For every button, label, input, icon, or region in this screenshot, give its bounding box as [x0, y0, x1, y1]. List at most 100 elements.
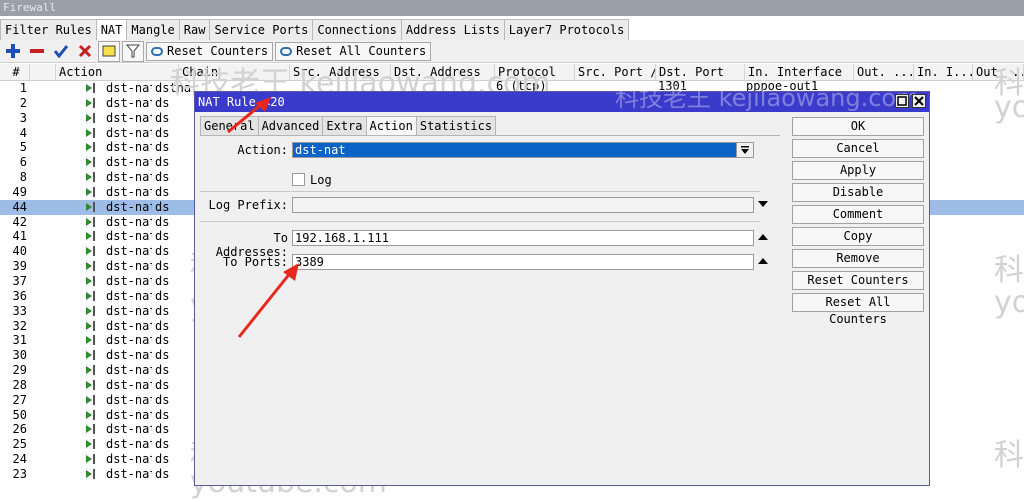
row-action-value: dst-nat — [106, 407, 152, 422]
row-chain: ds — [155, 363, 170, 378]
row-chain: ds — [155, 273, 170, 288]
row-number: 29 — [12, 363, 27, 378]
tab-layer7-protocols[interactable]: Layer7 Protocols — [503, 19, 630, 40]
tab-raw[interactable]: Raw — [178, 19, 211, 40]
row-number: 50 — [12, 407, 27, 422]
row-chain: ds — [155, 125, 170, 140]
col-dst-port[interactable]: Dst. Port — [656, 64, 745, 80]
reset-all-counters-button[interactable]: Reset All Counters — [275, 41, 432, 61]
flag-pole-icon — [93, 142, 95, 153]
row-number: 41 — [12, 229, 27, 244]
row-chain: ds — [155, 318, 170, 333]
apply-button[interactable]: Apply — [792, 161, 924, 180]
tab-mangle[interactable]: Mangle — [126, 19, 180, 40]
row-chain: ds — [155, 170, 170, 185]
tab-connections[interactable]: Connections — [312, 19, 402, 40]
tab-nat[interactable]: NAT — [95, 19, 128, 40]
to-ports-input[interactable]: 3389 — [292, 254, 754, 270]
row-action: dst-nat — [30, 378, 152, 393]
row-chain: ds — [155, 392, 170, 407]
remove-icon[interactable] — [26, 41, 48, 62]
dialog-title: NAT Rule <20 — [198, 95, 285, 109]
reset-counters-button[interactable]: Reset Counters — [146, 41, 274, 61]
row-number: 44 — [12, 199, 27, 214]
flag-pole-icon — [93, 290, 95, 301]
col-src-address[interactable]: Src. Address — [290, 64, 391, 80]
disable-x-icon[interactable] — [74, 41, 96, 62]
dropdown-icon[interactable] — [736, 143, 753, 157]
row-action: dst-nat — [30, 363, 152, 378]
action-panel: Action: dst-nat Log Log Prefix: To Addre… — [200, 135, 780, 482]
accept-flag-icon — [86, 262, 92, 271]
col-action[interactable]: Action — [56, 64, 179, 80]
row-action: dst-nat — [30, 259, 152, 274]
row-action-value: dst-nat — [106, 466, 152, 481]
collapse-log-prefix-icon[interactable] — [756, 197, 770, 211]
accept-flag-icon — [86, 173, 92, 182]
tab-service-ports[interactable]: Service Ports — [209, 19, 314, 40]
row-chain: ds — [155, 110, 170, 125]
log-checkbox[interactable] — [292, 173, 305, 186]
maximize-icon[interactable] — [895, 94, 909, 108]
row-action: dst-nat — [30, 81, 152, 96]
row-number: 3 — [19, 110, 27, 125]
row-number: 37 — [12, 273, 27, 288]
row-chain: ds — [155, 303, 170, 318]
log-prefix-input[interactable] — [292, 197, 754, 213]
ok-button[interactable]: OK — [792, 117, 924, 136]
table-header: # Action Chain Src. Address Dst. Address… — [0, 64, 1024, 81]
row-number: 36 — [12, 288, 27, 303]
col-dst-address[interactable]: Dst. Address — [391, 64, 495, 80]
tab-advanced[interactable]: Advanced — [257, 116, 324, 135]
close-icon[interactable] — [912, 94, 926, 108]
collapse-to-addresses-icon[interactable] — [756, 230, 770, 244]
row-action-value: dst-nat — [106, 214, 152, 229]
flag-pole-icon — [93, 454, 95, 465]
enable-check-icon[interactable] — [50, 41, 72, 62]
col-number[interactable]: # — [0, 64, 30, 80]
accept-flag-icon — [86, 425, 92, 434]
reset-all-counters-dialog-button[interactable]: Reset All Counters — [792, 293, 924, 326]
action-select[interactable]: dst-nat — [292, 142, 754, 158]
watermark-site-dialog: 科技老王 kejilaowang.com — [615, 84, 920, 112]
row-number: 25 — [12, 437, 27, 452]
flag-pole-icon — [93, 246, 95, 257]
col-protocol[interactable]: Protocol — [495, 64, 575, 80]
filter-icon[interactable] — [122, 40, 144, 62]
add-icon[interactable] — [2, 41, 24, 62]
dialog-title-bar[interactable]: NAT Rule <20 科技老王 kejilaowang.com — [195, 86, 929, 112]
to-addresses-input[interactable]: 192.168.1.111 — [292, 230, 754, 246]
cancel-button[interactable]: Cancel — [792, 139, 924, 158]
collapse-to-ports-icon[interactable] — [756, 254, 770, 268]
accept-flag-icon — [86, 306, 92, 315]
tab-general[interactable]: General — [200, 116, 259, 135]
flag-pole-icon — [93, 409, 95, 420]
disable-button[interactable]: Disable — [792, 183, 924, 202]
log-prefix-label: Log Prefix: — [208, 198, 288, 212]
col-chain[interactable]: Chain — [179, 64, 290, 80]
copy-button[interactable]: Copy — [792, 227, 924, 246]
accept-flag-icon — [86, 366, 92, 375]
col-out-interface-list[interactable]: Out. ... — [973, 64, 1024, 80]
col-out-interface[interactable]: Out. ... — [854, 64, 914, 80]
row-action: dst-nat — [30, 289, 152, 304]
comment-icon[interactable] — [98, 40, 120, 62]
row-action-value: dst-nat — [106, 244, 152, 259]
col-src-port[interactable]: Src. Port / — [575, 64, 656, 80]
remove-button[interactable]: Remove — [792, 249, 924, 268]
row-number: 6 — [19, 155, 27, 170]
tab-filter-rules[interactable]: Filter Rules — [0, 19, 97, 40]
accept-flag-icon — [86, 395, 92, 404]
accept-flag-icon — [86, 128, 92, 137]
tab-address-lists[interactable]: Address Lists — [400, 19, 505, 40]
col-in-interface[interactable]: In. Interface — [745, 64, 854, 80]
flag-pole-icon — [93, 186, 95, 197]
comment-button[interactable]: Comment — [792, 205, 924, 224]
tab-statistics[interactable]: Statistics — [415, 116, 497, 135]
reset-counters-dialog-button[interactable]: Reset Counters — [792, 271, 924, 290]
tab-action[interactable]: Action — [365, 116, 417, 135]
col-in-interface-list[interactable]: In. I... — [914, 64, 973, 80]
accept-flag-icon — [86, 380, 92, 389]
counter-icon — [280, 46, 293, 56]
tab-extra[interactable]: Extra — [322, 116, 367, 135]
